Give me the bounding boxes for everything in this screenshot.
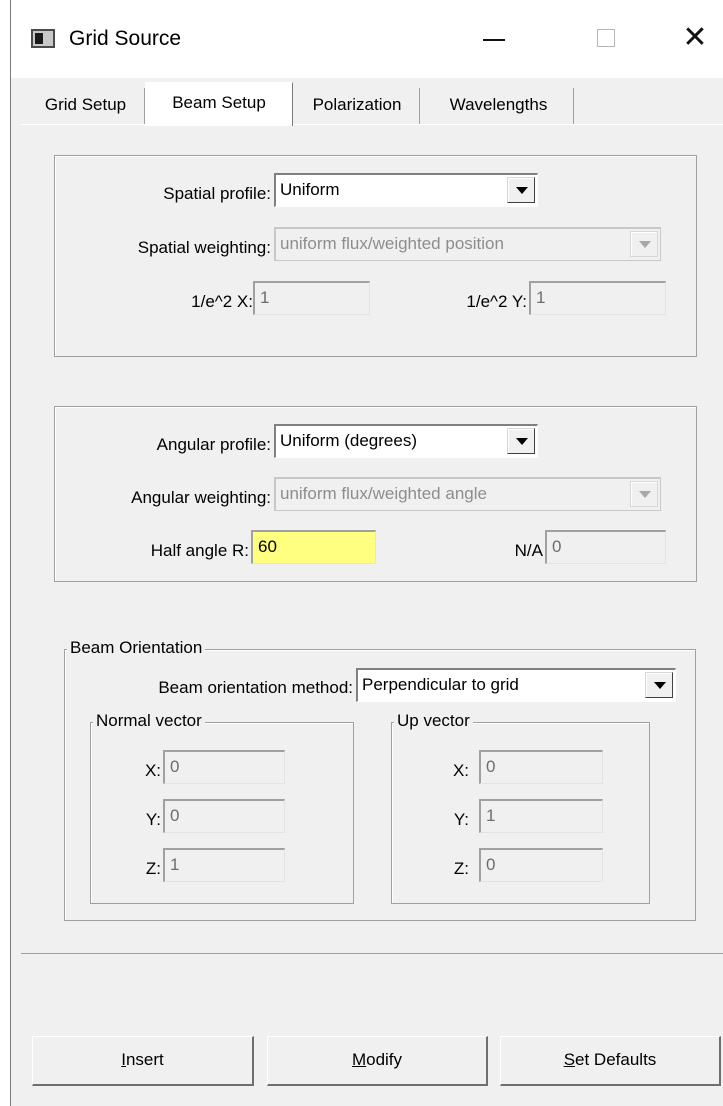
- angular-profile-label: Angular profile:: [156, 435, 271, 454]
- spatial-weighting-label: Spatial weighting:: [137, 238, 271, 257]
- tab-wavelengths[interactable]: Wavelengths: [424, 88, 574, 124]
- orientation-method-label: Beam orientation method:: [158, 678, 353, 697]
- set-defaults-mnemonic: S: [563, 1050, 576, 1069]
- close-button[interactable]: ✕: [675, 22, 715, 56]
- close-icon: ✕: [682, 21, 708, 54]
- chevron-down-icon[interactable]: [645, 672, 673, 698]
- normal-y-label: Y:: [145, 810, 161, 829]
- up-y-field[interactable]: 1: [479, 799, 603, 833]
- maximize-button[interactable]: [585, 22, 625, 56]
- grid-source-window: Grid Source ✕ Grid Setup Beam Setup Pola…: [10, 0, 723, 1106]
- set-defaults-button[interactable]: Set Defaults: [500, 1036, 721, 1086]
- spatial-x-label: 1/e^2 X:: [191, 292, 253, 311]
- tab-label: Grid Setup: [44, 95, 127, 114]
- tab-beam-setup[interactable]: Beam Setup: [145, 82, 293, 126]
- chevron-down-icon[interactable]: [630, 231, 658, 257]
- chevron-down-icon[interactable]: [507, 177, 535, 203]
- modify-button[interactable]: Modify: [267, 1036, 488, 1086]
- window-title: Grid Source: [69, 27, 182, 50]
- normal-y-field[interactable]: 0: [163, 799, 285, 833]
- up-vector-legend: Up vector: [394, 711, 473, 731]
- tab-label: Wavelengths: [449, 95, 548, 114]
- up-x-field[interactable]: 0: [479, 750, 603, 784]
- up-y-label: Y:: [453, 810, 469, 829]
- tab-polarization[interactable]: Polarization: [295, 88, 420, 124]
- na-label: N/A: [514, 541, 543, 560]
- angular-weighting-select[interactable]: uniform flux/weighted angle: [274, 477, 661, 511]
- normal-z-label: Z:: [145, 859, 161, 878]
- insert-button[interactable]: Insert: [32, 1036, 254, 1086]
- tab-label: Beam Setup: [172, 93, 266, 112]
- spatial-y-field[interactable]: 1: [529, 281, 666, 315]
- spatial-x-field[interactable]: 1: [253, 281, 370, 315]
- spatial-y-label: 1/e^2 Y:: [466, 292, 527, 311]
- normal-x-label: X:: [144, 761, 161, 780]
- beam-orientation-legend: Beam Orientation: [67, 638, 206, 658]
- normal-z-field[interactable]: 1: [163, 848, 285, 882]
- spatial-profile-value: Uniform: [280, 180, 340, 199]
- normal-vector-legend: Normal vector: [93, 711, 205, 731]
- tab-grid-setup[interactable]: Grid Setup: [27, 88, 145, 124]
- modify-label: odify: [366, 1050, 403, 1069]
- up-z-field[interactable]: 0: [479, 848, 603, 882]
- spatial-profile-label: Spatial profile:: [163, 184, 271, 203]
- angular-weighting-value: uniform flux/weighted angle: [280, 484, 487, 503]
- orientation-method-select[interactable]: Perpendicular to grid: [356, 668, 676, 702]
- minimize-button[interactable]: [476, 22, 516, 56]
- chevron-down-icon[interactable]: [630, 481, 658, 507]
- spatial-weighting-value: uniform flux/weighted position: [280, 234, 504, 253]
- modify-mnemonic: M: [351, 1050, 367, 1069]
- up-z-label: Z:: [453, 859, 469, 878]
- orientation-method-value: Perpendicular to grid: [362, 675, 519, 694]
- app-window-icon: [31, 29, 55, 48]
- set-defaults-label: et Defaults: [575, 1050, 657, 1069]
- na-field[interactable]: 0: [545, 530, 666, 564]
- half-angle-field[interactable]: 60: [251, 530, 376, 564]
- angular-profile-value: Uniform (degrees): [280, 431, 417, 450]
- half-angle-label: Half angle R:: [150, 541, 249, 560]
- tab-label: Polarization: [312, 95, 402, 114]
- spatial-profile-select[interactable]: Uniform: [274, 173, 538, 207]
- up-x-label: X:: [452, 761, 469, 780]
- title-bar: Grid Source ✕: [11, 0, 723, 78]
- spatial-weighting-select[interactable]: uniform flux/weighted position: [274, 227, 661, 261]
- angular-weighting-label: Angular weighting:: [131, 488, 271, 507]
- normal-x-field[interactable]: 0: [163, 750, 285, 784]
- insert-label: nsert: [125, 1050, 164, 1069]
- angular-profile-select[interactable]: Uniform (degrees): [274, 424, 538, 458]
- chevron-down-icon[interactable]: [507, 428, 535, 454]
